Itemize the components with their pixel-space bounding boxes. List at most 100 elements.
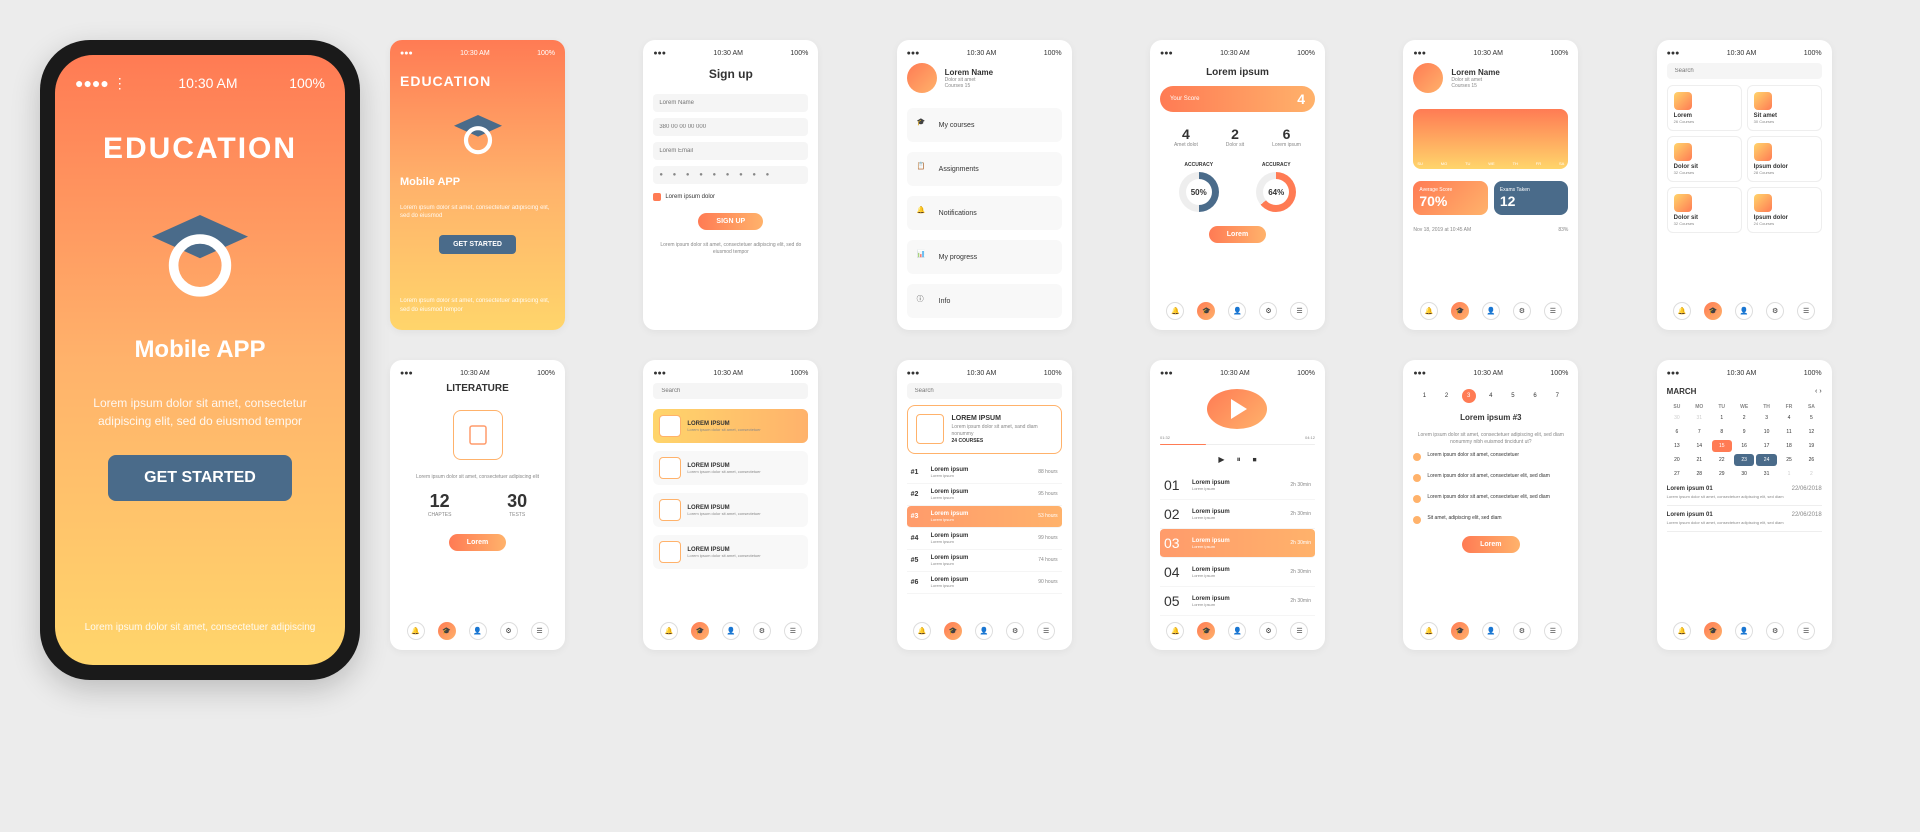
category-item[interactable]: Dolor sit32 Courses — [1667, 136, 1742, 182]
nav-gear-icon[interactable]: ⚙ — [1513, 302, 1531, 320]
subject-item[interactable]: LOREM IPSUMLorem ipsum dolor sit amet, c… — [653, 451, 808, 485]
category-item[interactable]: Ipsum dolor24 Courses — [1747, 187, 1822, 233]
nav-menu-icon[interactable]: ☰ — [1037, 622, 1055, 640]
menu-assignments[interactable]: 📋Assignments — [907, 152, 1062, 186]
nav-home-icon[interactable]: 🎓 — [438, 622, 456, 640]
nav-home-icon[interactable]: 🎓 — [691, 622, 709, 640]
get-started-button[interactable]: GET STARTED — [108, 455, 292, 501]
nav-user-icon[interactable]: 👤 — [469, 622, 487, 640]
nav-menu-icon[interactable]: ☰ — [784, 622, 802, 640]
nav-bell-icon[interactable]: 🔔 — [1420, 622, 1438, 640]
day-cell[interactable]: 3 — [1462, 389, 1476, 403]
terms-checkbox[interactable]: Lorem ipsum dolor — [653, 193, 808, 201]
nav-menu-icon[interactable]: ☰ — [1290, 302, 1308, 320]
nav-user-icon[interactable]: 👤 — [1482, 302, 1500, 320]
day-cell[interactable]: 2 — [1440, 389, 1454, 403]
rank-row[interactable]: #5Lorem ipsumLorem ipsum74 hours — [907, 550, 1062, 572]
category-item[interactable]: Sit amet30 Courses — [1747, 85, 1822, 131]
menu-my-courses[interactable]: 🎓My courses — [907, 108, 1062, 142]
name-input[interactable] — [653, 94, 808, 112]
day-cell[interactable]: 5 — [1506, 389, 1520, 403]
nav-user-icon[interactable]: 👤 — [975, 622, 993, 640]
nav-menu-icon[interactable]: ☰ — [1290, 622, 1308, 640]
rank-row[interactable]: #2Lorem ipsumLorem ipsum95 hours — [907, 484, 1062, 506]
nav-bell-icon[interactable]: 🔔 — [1673, 302, 1691, 320]
day-cell[interactable]: 4 — [1484, 389, 1498, 403]
category-item[interactable]: Lorem26 Courses — [1667, 85, 1742, 131]
rank-row[interactable]: #4Lorem ipsumLorem ipsum99 hours — [907, 528, 1062, 550]
nav-home-icon[interactable]: 🎓 — [1704, 302, 1722, 320]
rank-row[interactable]: #1Lorem ipsumLorem ipsum88 hours — [907, 462, 1062, 484]
nav-bell-icon[interactable]: 🔔 — [1673, 622, 1691, 640]
day-cell[interactable]: 1 — [1417, 389, 1431, 403]
nav-bell-icon[interactable]: 🔔 — [660, 622, 678, 640]
nav-menu-icon[interactable]: ☰ — [1544, 302, 1562, 320]
nav-bell-icon[interactable]: 🔔 — [1166, 622, 1184, 640]
email-input[interactable] — [653, 142, 808, 160]
subject-item[interactable]: LOREM IPSUMLorem ipsum dolor sit amet, c… — [653, 493, 808, 527]
subject-item[interactable]: LOREM IPSUMLorem ipsum dolor sit amet, c… — [653, 535, 808, 569]
nav-gear-icon[interactable]: ⚙ — [1259, 302, 1277, 320]
nav-home-icon[interactable]: 🎓 — [1197, 302, 1215, 320]
nav-gear-icon[interactable]: ⚙ — [1513, 622, 1531, 640]
prev-month-button[interactable]: ‹ — [1815, 388, 1817, 395]
nav-bell-icon[interactable]: 🔔 — [407, 622, 425, 640]
nav-gear-icon[interactable]: ⚙ — [1766, 302, 1784, 320]
lesson-row[interactable]: 03Lorem ipsumLorem ipsum2h 30min — [1160, 529, 1315, 558]
nav-home-icon[interactable]: 🎓 — [1451, 622, 1469, 640]
nav-menu-icon[interactable]: ☰ — [531, 622, 549, 640]
nav-home-icon[interactable]: 🎓 — [1704, 622, 1722, 640]
rank-row[interactable]: #3Lorem ipsumLorem ipsum53 hours — [907, 506, 1062, 528]
lesson-row[interactable]: 04Lorem ipsumLorem ipsum2h 30min — [1160, 558, 1315, 587]
calendar-event[interactable]: Lorem ipsum 0122/06/2018Lorem ipsum dolo… — [1667, 480, 1822, 506]
nav-menu-icon[interactable]: ☰ — [1797, 302, 1815, 320]
stop-icon[interactable]: ⏹ — [1253, 455, 1257, 465]
nav-user-icon[interactable]: 👤 — [1228, 302, 1246, 320]
day-cell[interactable]: 6 — [1528, 389, 1542, 403]
nav-gear-icon[interactable]: ⚙ — [1766, 622, 1784, 640]
pause-icon[interactable]: ⏸ — [1237, 455, 1241, 465]
lesson-row[interactable]: 01Lorem ipsumLorem ipsum2h 30min — [1160, 471, 1315, 500]
nav-bell-icon[interactable]: 🔔 — [1420, 302, 1438, 320]
play-button[interactable] — [1207, 389, 1267, 429]
nav-menu-icon[interactable]: ☰ — [1544, 622, 1562, 640]
nav-home-icon[interactable]: 🎓 — [944, 622, 962, 640]
nav-bell-icon[interactable]: 🔔 — [1166, 302, 1184, 320]
lesson-row[interactable]: 02Lorem ipsumLorem ipsum2h 30min — [1160, 500, 1315, 529]
signup-button[interactable]: SIGN UP — [698, 213, 763, 230]
category-item[interactable]: Dolor sit32 Courses — [1667, 187, 1742, 233]
phone-input[interactable] — [653, 118, 808, 136]
get-started-button[interactable]: GET STARTED — [439, 235, 516, 254]
menu-notifications[interactable]: 🔔Notifications — [907, 196, 1062, 230]
nav-gear-icon[interactable]: ⚙ — [1259, 622, 1277, 640]
password-input[interactable]: ● ● ● ● ● ● ● ● ● — [653, 166, 808, 184]
progress-slider[interactable] — [1160, 444, 1315, 445]
nav-user-icon[interactable]: 👤 — [1482, 622, 1500, 640]
nav-gear-icon[interactable]: ⚙ — [1006, 622, 1024, 640]
calendar-button[interactable]: Lorem — [1462, 536, 1519, 553]
nav-user-icon[interactable]: 👤 — [1228, 622, 1246, 640]
nav-user-icon[interactable]: 👤 — [722, 622, 740, 640]
search-input[interactable] — [653, 383, 808, 399]
subject-item[interactable]: LOREM IPSUMLorem ipsum dolor sit amet, c… — [653, 409, 808, 443]
calendar-event[interactable]: Lorem ipsum 0122/06/2018Lorem ipsum dolo… — [1667, 506, 1822, 532]
nav-home-icon[interactable]: 🎓 — [1197, 622, 1215, 640]
score-button[interactable]: Lorem — [1209, 226, 1266, 243]
lesson-row[interactable]: 05Lorem ipsumLorem ipsum2h 30min — [1160, 587, 1315, 616]
menu-my-progress[interactable]: 📊My progress — [907, 240, 1062, 274]
search-input[interactable] — [907, 383, 1062, 399]
search-input[interactable] — [1667, 63, 1822, 79]
nav-user-icon[interactable]: 👤 — [1735, 302, 1753, 320]
nav-home-icon[interactable]: 🎓 — [1451, 302, 1469, 320]
literature-button[interactable]: Lorem — [449, 534, 506, 551]
menu-info[interactable]: ⓘInfo — [907, 284, 1062, 318]
rank-row[interactable]: #6Lorem ipsumLorem ipsum90 hours — [907, 572, 1062, 594]
nav-gear-icon[interactable]: ⚙ — [500, 622, 518, 640]
category-item[interactable]: Ipsum dolor28 Courses — [1747, 136, 1822, 182]
nav-gear-icon[interactable]: ⚙ — [753, 622, 771, 640]
nav-bell-icon[interactable]: 🔔 — [913, 622, 931, 640]
nav-menu-icon[interactable]: ☰ — [1797, 622, 1815, 640]
nav-user-icon[interactable]: 👤 — [1735, 622, 1753, 640]
play-icon[interactable]: ▶ — [1218, 455, 1224, 465]
next-month-button[interactable]: › — [1819, 388, 1821, 395]
